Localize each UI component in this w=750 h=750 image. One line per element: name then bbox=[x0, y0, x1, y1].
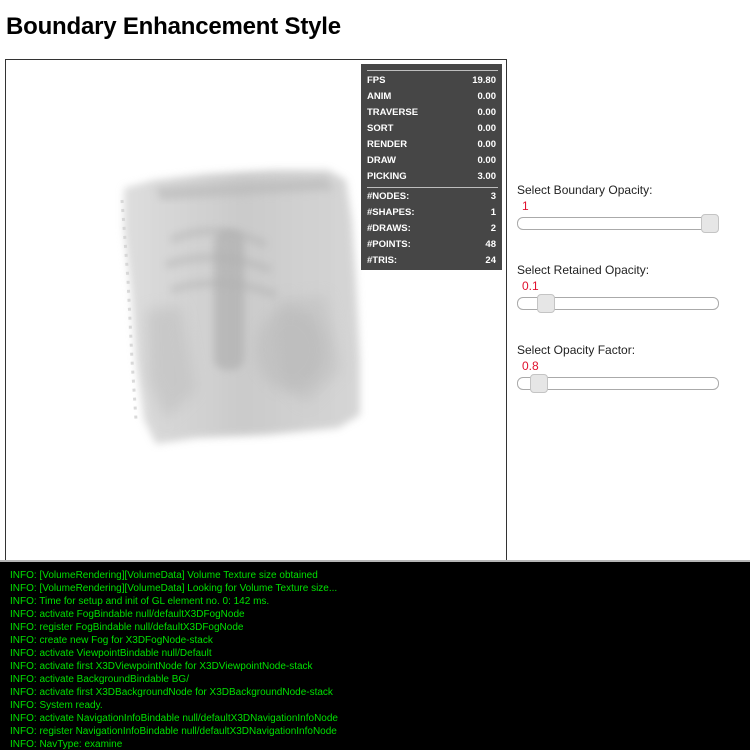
log-line: INFO: create new Fog for X3DFogNode-stac… bbox=[10, 635, 213, 646]
stat-label: #POINTS: bbox=[367, 239, 411, 250]
log-line: INFO: activate first X3DBackgroundNode f… bbox=[10, 687, 333, 698]
slider-handle[interactable] bbox=[537, 294, 556, 313]
stat-value: 24 bbox=[485, 255, 496, 266]
stat-value: 0.00 bbox=[477, 139, 497, 150]
stat-value: 0.00 bbox=[477, 123, 497, 134]
retained-opacity-label: Select Retained Opacity: bbox=[517, 263, 650, 277]
stat-row-tris: #TRIS: 24 bbox=[367, 253, 496, 269]
stat-value: 2 bbox=[490, 223, 496, 234]
retained-opacity-slider[interactable] bbox=[517, 294, 719, 313]
log-line: INFO: [VolumeRendering][VolumeData] Volu… bbox=[10, 570, 318, 581]
stat-value: 1 bbox=[490, 207, 496, 218]
log-line: INFO: Time for setup and init of GL elem… bbox=[10, 596, 270, 607]
log-line: INFO: NavType: examine bbox=[10, 739, 123, 750]
boundary-opacity-label: Select Boundary Opacity: bbox=[517, 183, 653, 197]
stat-value: 0.00 bbox=[477, 91, 497, 102]
stat-label: PICKING bbox=[367, 171, 407, 182]
boundary-opacity-slider[interactable] bbox=[517, 214, 719, 233]
retained-opacity-value: 0.1 bbox=[522, 279, 539, 293]
stat-value: 19.80 bbox=[472, 75, 496, 86]
log-line: INFO: register NavigationInfoBindable nu… bbox=[10, 726, 337, 737]
stat-label: TRAVERSE bbox=[367, 107, 419, 118]
stats-panel: FPS 19.80 ANIM 0.00 TRAVERSE 0.00 SORT 0… bbox=[361, 64, 502, 270]
log-list: INFO: [VolumeRendering][VolumeData] Volu… bbox=[10, 569, 338, 750]
log-line: INFO: register FogBindable null/defaultX… bbox=[10, 622, 244, 633]
stat-label: SORT bbox=[367, 123, 394, 134]
boundary-opacity-value: 1 bbox=[522, 199, 529, 213]
stats-divider bbox=[367, 70, 498, 71]
stat-row-traverse: TRAVERSE 0.00 bbox=[367, 105, 496, 121]
log-line: INFO: System ready. bbox=[10, 700, 103, 711]
opacity-factor-label: Select Opacity Factor: bbox=[517, 343, 636, 357]
stat-label: ANIM bbox=[367, 91, 392, 102]
stat-label: #DRAWS: bbox=[367, 223, 411, 234]
stat-row-nodes: #NODES: 3 bbox=[367, 189, 496, 205]
slider-handle[interactable] bbox=[529, 374, 548, 393]
torso-volume bbox=[120, 170, 360, 444]
log-line: INFO: activate FogBindable null/defaultX… bbox=[10, 609, 245, 620]
page-title: Boundary Enhancement Style bbox=[6, 13, 341, 40]
opacity-factor-slider[interactable] bbox=[517, 374, 719, 393]
stat-row-sort: SORT 0.00 bbox=[367, 121, 496, 137]
stat-row-draw: DRAW 0.00 bbox=[367, 153, 496, 169]
stat-label: #NODES: bbox=[367, 191, 410, 202]
opacity-factor-value: 0.8 bbox=[522, 359, 539, 373]
stat-label: FPS bbox=[367, 75, 386, 86]
stat-value: 0.00 bbox=[477, 107, 497, 118]
stat-label: #SHAPES: bbox=[367, 207, 415, 218]
stat-row-shapes: #SHAPES: 1 bbox=[367, 205, 496, 221]
stat-row-draws: #DRAWS: 2 bbox=[367, 221, 496, 237]
stat-row-render: RENDER 0.00 bbox=[367, 137, 496, 153]
stat-value: 0.00 bbox=[477, 155, 497, 166]
stat-label: RENDER bbox=[367, 139, 408, 150]
stats-divider bbox=[367, 187, 498, 188]
stat-label: #TRIS: bbox=[367, 255, 398, 266]
stat-value: 3 bbox=[490, 191, 496, 202]
x3d-viewport[interactable]: FPS 19.80 ANIM 0.00 TRAVERSE 0.00 SORT 0… bbox=[5, 59, 507, 561]
log-line: INFO: activate first X3DViewpointNode fo… bbox=[10, 661, 313, 672]
stat-row-fps: FPS 19.80 bbox=[367, 73, 496, 89]
log-line: INFO: [VolumeRendering][VolumeData] Look… bbox=[10, 583, 338, 594]
log-line: INFO: activate NavigationInfoBindable nu… bbox=[10, 713, 338, 724]
log-console[interactable]: INFO: [VolumeRendering][VolumeData] Volu… bbox=[0, 560, 750, 750]
stat-value: 48 bbox=[485, 239, 496, 250]
stat-row-picking: PICKING 3.00 bbox=[367, 169, 496, 185]
stat-value: 3.00 bbox=[477, 171, 497, 182]
stat-row-anim: ANIM 0.00 bbox=[367, 89, 496, 105]
slider-handle[interactable] bbox=[701, 214, 719, 233]
stat-label: DRAW bbox=[367, 155, 397, 166]
log-line: INFO: activate BackgroundBindable BG/ bbox=[10, 674, 189, 685]
stat-row-points: #POINTS: 48 bbox=[367, 237, 496, 253]
log-line: INFO: activate ViewpointBindable null/De… bbox=[10, 648, 212, 659]
